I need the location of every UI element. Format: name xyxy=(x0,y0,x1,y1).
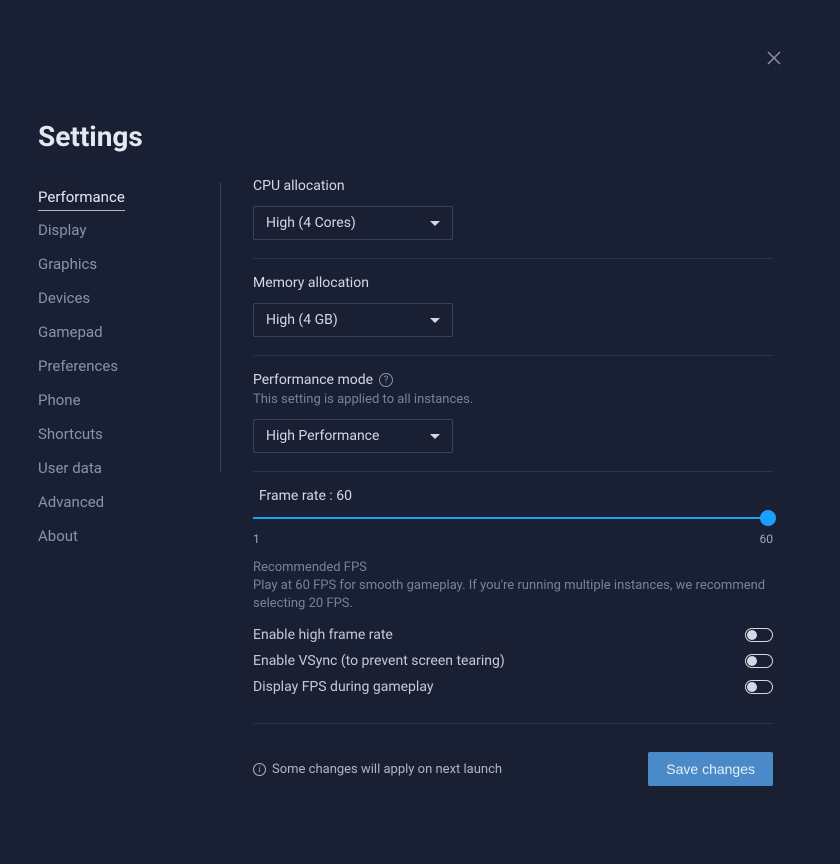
slider-track-line xyxy=(253,517,773,519)
sidebar: Performance Display Graphics Devices Gam… xyxy=(38,182,218,555)
toggle-vsync-label: Enable VSync (to prevent screen tearing) xyxy=(253,653,505,669)
framerate-section: Frame rate : 60 1 60 Recommended FPS Pla… xyxy=(253,488,773,724)
framerate-slider[interactable] xyxy=(253,508,773,528)
cpu-label: CPU allocation xyxy=(253,178,773,194)
page-title: Settings xyxy=(38,120,143,153)
memory-label: Memory allocation xyxy=(253,275,773,291)
sidebar-item-about[interactable]: About xyxy=(38,521,218,551)
chevron-down-icon xyxy=(430,318,440,323)
perfmode-section: Performance mode ? This setting is appli… xyxy=(253,372,773,472)
toggle-display-fps-label: Display FPS during gameplay xyxy=(253,679,433,695)
sidebar-item-graphics[interactable]: Graphics xyxy=(38,249,218,279)
close-icon xyxy=(766,50,782,66)
sidebar-item-preferences[interactable]: Preferences xyxy=(38,351,218,381)
chevron-down-icon xyxy=(430,221,440,226)
toggle-knob xyxy=(747,630,757,640)
sidebar-item-devices[interactable]: Devices xyxy=(38,283,218,313)
slider-thumb[interactable] xyxy=(760,510,776,526)
toggle-display-fps[interactable] xyxy=(745,680,773,694)
sidebar-item-shortcuts[interactable]: Shortcuts xyxy=(38,419,218,449)
memory-dropdown-value: High (4 GB) xyxy=(266,312,338,328)
toggle-high-frame-rate-row: Enable high frame rate xyxy=(253,627,773,643)
footer: i Some changes will apply on next launch… xyxy=(253,752,773,786)
toggle-high-frame-rate-label: Enable high frame rate xyxy=(253,627,393,643)
slider-bounds: 1 60 xyxy=(253,532,773,546)
cpu-dropdown-value: High (4 Cores) xyxy=(266,215,356,231)
toggle-vsync[interactable] xyxy=(745,654,773,668)
sidebar-item-display[interactable]: Display xyxy=(38,215,218,245)
toggle-display-fps-row: Display FPS during gameplay xyxy=(253,679,773,695)
perfmode-dropdown-value: High Performance xyxy=(266,428,379,444)
toggle-knob xyxy=(747,656,757,666)
sidebar-item-performance[interactable]: Performance xyxy=(38,182,125,211)
recommended-fps-body: Play at 60 FPS for smooth gameplay. If y… xyxy=(253,577,773,613)
toggle-high-frame-rate[interactable] xyxy=(745,628,773,642)
close-button[interactable] xyxy=(766,50,790,74)
toggle-vsync-row: Enable VSync (to prevent screen tearing) xyxy=(253,653,773,669)
save-changes-button[interactable]: Save changes xyxy=(648,752,773,786)
sidebar-item-advanced[interactable]: Advanced xyxy=(38,487,218,517)
slider-max: 60 xyxy=(760,532,774,546)
info-icon: i xyxy=(253,763,266,776)
sidebar-item-gamepad[interactable]: Gamepad xyxy=(38,317,218,347)
cpu-section: CPU allocation High (4 Cores) xyxy=(253,178,773,259)
help-icon[interactable]: ? xyxy=(379,373,393,387)
perfmode-label: Performance mode ? xyxy=(253,372,773,388)
perfmode-sublabel: This setting is applied to all instances… xyxy=(253,392,773,407)
memory-section: Memory allocation High (4 GB) xyxy=(253,275,773,356)
recommended-fps-title: Recommended FPS xyxy=(253,560,773,575)
perfmode-dropdown[interactable]: High Performance xyxy=(253,419,453,453)
sidebar-item-user-data[interactable]: User data xyxy=(38,453,218,483)
memory-dropdown[interactable]: High (4 GB) xyxy=(253,303,453,337)
footer-note: i Some changes will apply on next launch xyxy=(253,762,502,777)
sidebar-item-phone[interactable]: Phone xyxy=(38,385,218,415)
slider-min: 1 xyxy=(253,532,260,546)
sidebar-divider xyxy=(220,182,221,472)
cpu-dropdown[interactable]: High (4 Cores) xyxy=(253,206,453,240)
chevron-down-icon xyxy=(430,434,440,439)
content-panel: CPU allocation High (4 Cores) Memory all… xyxy=(253,178,773,786)
toggle-knob xyxy=(747,682,757,692)
framerate-label: Frame rate : 60 xyxy=(259,488,773,504)
